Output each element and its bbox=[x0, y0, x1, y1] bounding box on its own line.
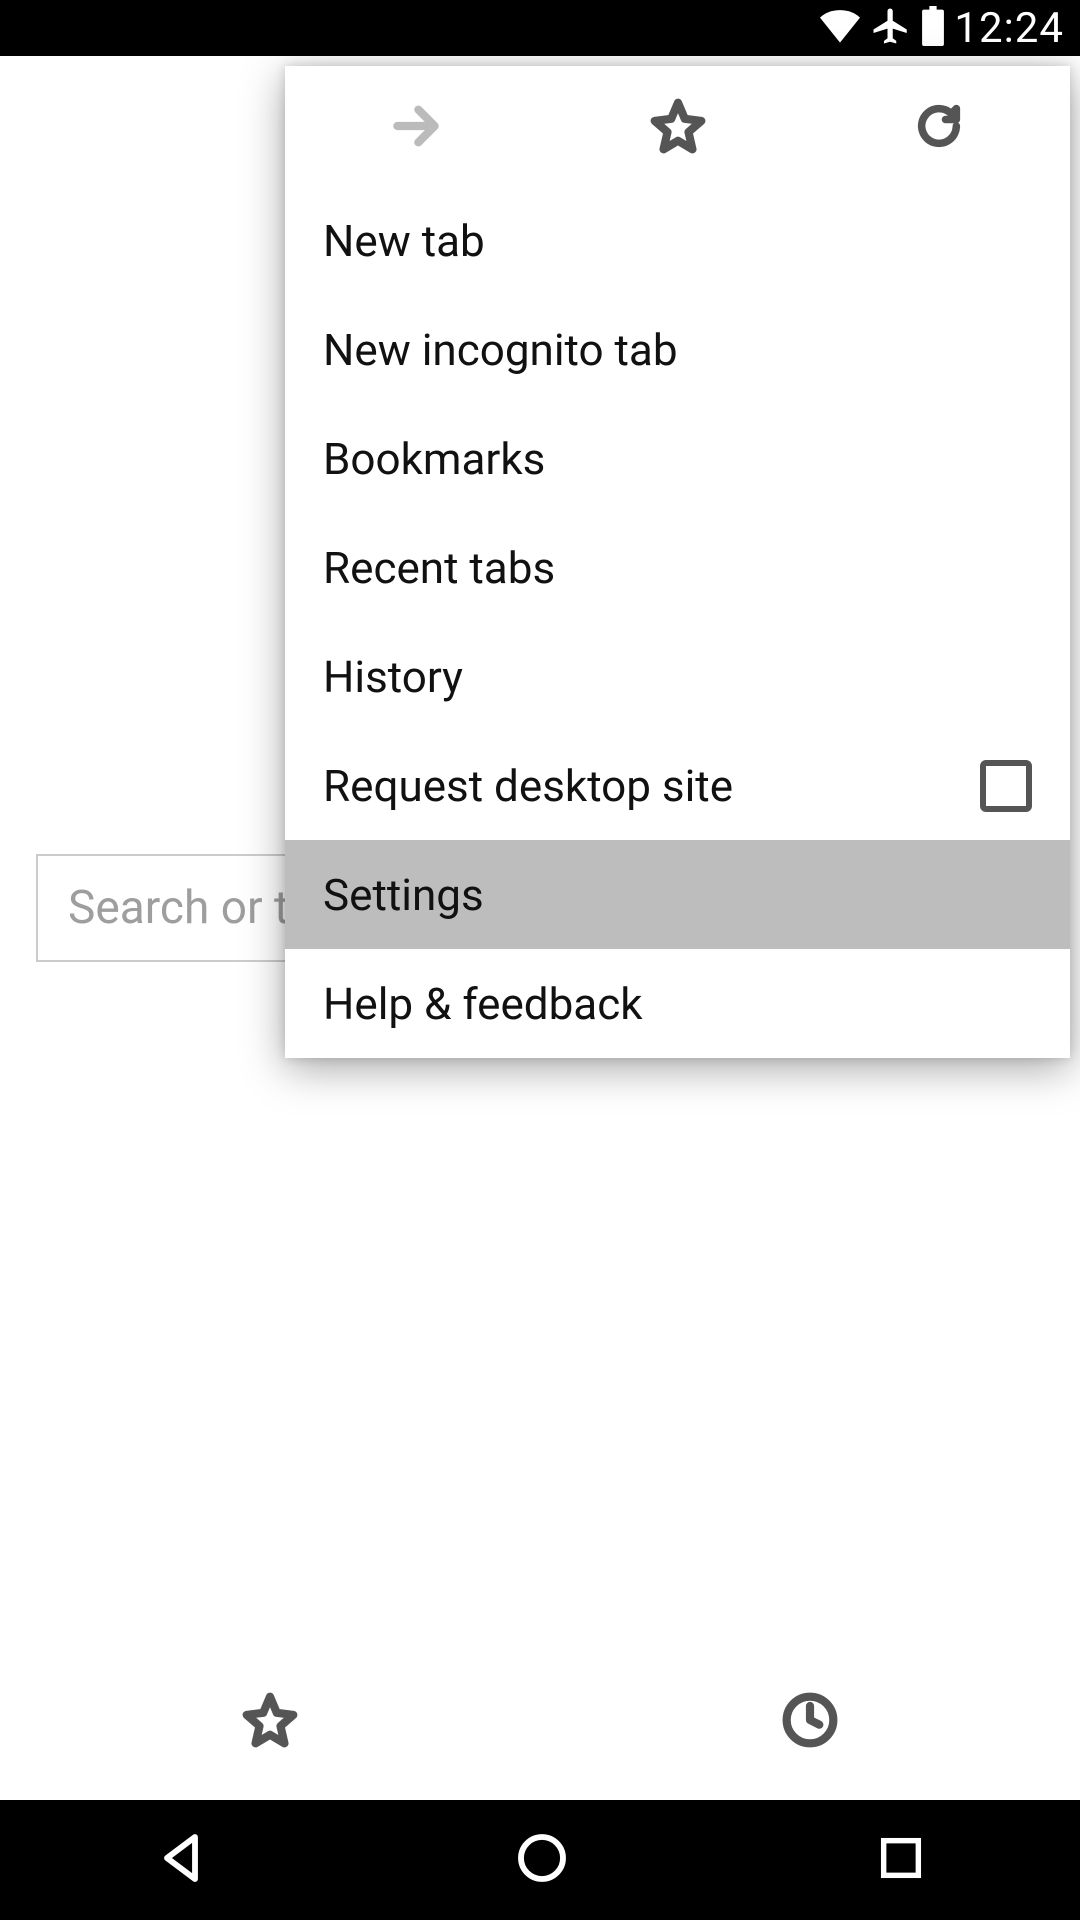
star-icon bbox=[242, 1692, 298, 1748]
forward-button[interactable] bbox=[285, 98, 547, 154]
bookmark-page-button[interactable] bbox=[547, 98, 809, 154]
forward-icon bbox=[388, 98, 444, 154]
menu-item-label: History bbox=[323, 651, 1032, 703]
bottom-shortcut-row bbox=[0, 1670, 1080, 1770]
nav-recents-button[interactable] bbox=[875, 1832, 927, 1888]
status-bar: 12:24 bbox=[0, 0, 1080, 56]
star-icon bbox=[650, 98, 706, 154]
nav-home-button[interactable] bbox=[514, 1830, 570, 1890]
menu-item-label: Recent tabs bbox=[323, 542, 1032, 594]
menu-item-history[interactable]: History bbox=[285, 622, 1070, 731]
battery-icon bbox=[922, 6, 944, 50]
back-icon bbox=[153, 1830, 209, 1886]
menu-item-label: Request desktop site bbox=[323, 760, 980, 812]
menu-item-label: Bookmarks bbox=[323, 433, 1032, 485]
menu-item-label: New tab bbox=[323, 215, 1032, 267]
bookmarks-shortcut[interactable] bbox=[0, 1670, 540, 1770]
menu-item-request-desktop[interactable]: Request desktop site bbox=[285, 731, 1070, 840]
nav-back-button[interactable] bbox=[153, 1830, 209, 1890]
airplane-icon bbox=[870, 5, 912, 51]
recents-icon bbox=[875, 1832, 927, 1884]
menu-item-label: New incognito tab bbox=[323, 324, 1032, 376]
wifi-icon bbox=[820, 9, 860, 47]
status-time: 12:24 bbox=[954, 4, 1064, 53]
menu-item-settings[interactable]: Settings bbox=[285, 840, 1070, 949]
menu-item-help-feedback[interactable]: Help & feedback bbox=[285, 949, 1070, 1058]
home-icon bbox=[514, 1830, 570, 1886]
reload-button[interactable] bbox=[808, 100, 1070, 152]
recent-tabs-shortcut[interactable] bbox=[540, 1670, 1080, 1770]
clock-icon bbox=[782, 1692, 838, 1748]
status-icons: 12:24 bbox=[820, 4, 1064, 53]
menu-item-new-incognito[interactable]: New incognito tab bbox=[285, 295, 1070, 404]
menu-item-new-tab[interactable]: New tab bbox=[285, 186, 1070, 295]
menu-item-recent-tabs[interactable]: Recent tabs bbox=[285, 513, 1070, 622]
overflow-menu: New tab New incognito tab Bookmarks Rece… bbox=[285, 66, 1070, 1058]
system-nav-bar bbox=[0, 1800, 1080, 1920]
menu-item-label: Settings bbox=[323, 869, 1032, 921]
request-desktop-checkbox[interactable] bbox=[980, 760, 1032, 812]
reload-icon bbox=[913, 100, 965, 152]
menu-item-label: Help & feedback bbox=[323, 978, 1032, 1030]
screen: 12:24 Search or type URL bbox=[0, 0, 1080, 1920]
menu-top-row bbox=[285, 66, 1070, 186]
menu-item-bookmarks[interactable]: Bookmarks bbox=[285, 404, 1070, 513]
